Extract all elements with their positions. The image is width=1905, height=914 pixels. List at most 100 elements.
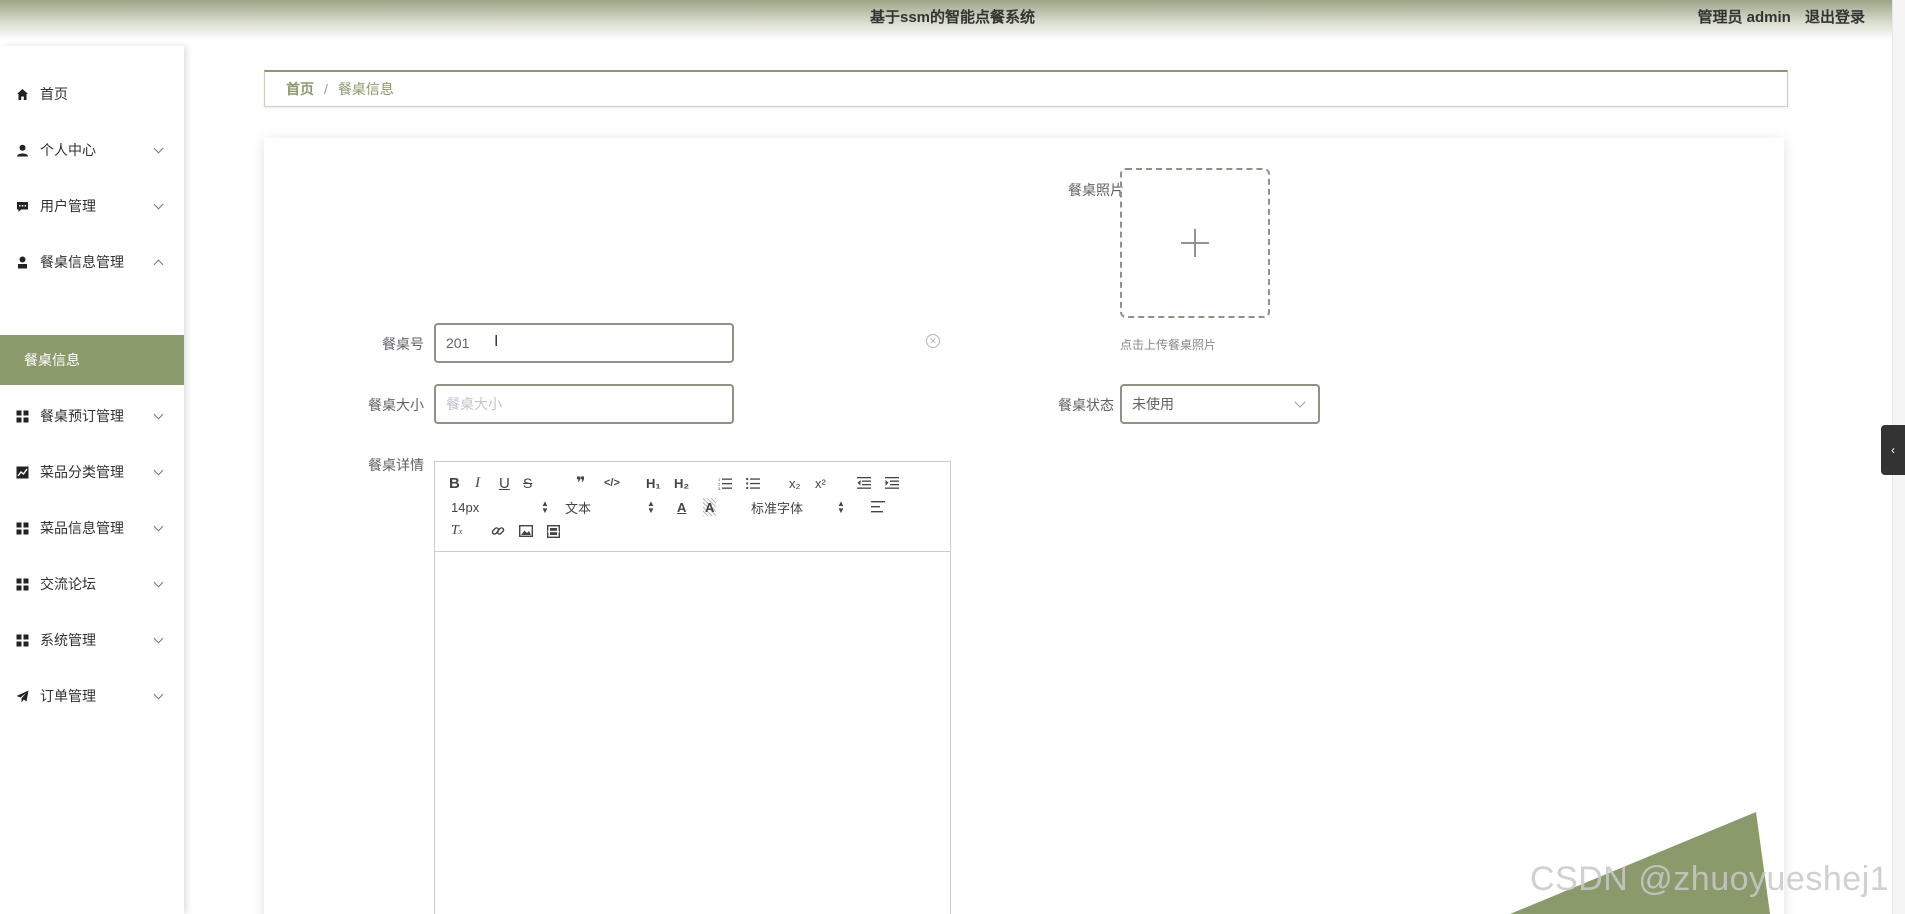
font-family-select[interactable]: 标准字体 ▲ ▼	[751, 498, 851, 516]
sidebar-item-label: 系统管理	[40, 632, 96, 648]
table-detail-label: 餐桌详情	[368, 457, 424, 473]
sidebar-item-table-info-mgmt[interactable]: 餐桌信息管理	[0, 237, 184, 287]
user-area: 管理员 admin 退出登录	[1691, 6, 1865, 27]
breadcrumb-home[interactable]: 首页	[286, 79, 314, 99]
chevron-down-icon	[153, 409, 164, 420]
grid-icon	[15, 409, 29, 423]
plus-icon-h	[1181, 242, 1209, 244]
italic-button[interactable]: I	[475, 474, 480, 492]
font-family-value: 标准字体	[751, 500, 804, 516]
font-size-select[interactable]: 14px ▲ ▼	[451, 498, 549, 516]
background-color-icon[interactable]: A	[703, 498, 717, 516]
table-no-input[interactable]: 201	[434, 323, 734, 363]
editor-content-area[interactable]	[435, 552, 950, 914]
updown-icon: ▲ ▼	[647, 499, 655, 515]
outdent-icon[interactable]	[857, 474, 871, 492]
font-color-icon[interactable]: A	[677, 498, 686, 516]
editor-toolbar: B I U S ❞ </> H₁ H₂ 123 x₂ x² 14px ▲ ▼ 文…	[435, 462, 950, 552]
app-title: 基于ssm的智能点餐系统	[869, 9, 1036, 26]
header2-button[interactable]: H₂	[674, 474, 689, 492]
sidebar-item-label: 交流论坛	[40, 576, 96, 592]
sidebar: 首页 个人中心 用户管理 餐桌信息管理 餐桌信息 餐桌预订管理 菜品分类管理 菜…	[0, 46, 184, 914]
sidebar-item-profile[interactable]: 个人中心	[0, 125, 184, 175]
chevron-down-icon	[1294, 396, 1306, 408]
rich-text-editor: B I U S ❞ </> H₁ H₂ 123 x₂ x² 14px ▲ ▼ 文…	[434, 461, 951, 914]
user-icon	[15, 143, 29, 157]
video-icon[interactable]	[547, 522, 560, 540]
code-block-button[interactable]: </>	[604, 474, 620, 492]
sidebar-item-home[interactable]: 首页	[0, 69, 184, 119]
sidebar-item-forum[interactable]: 交流论坛	[0, 559, 184, 609]
watermark: CSDN @zhuoyueshej1	[1530, 860, 1890, 898]
table-status-label: 餐桌状态	[1058, 397, 1114, 413]
sidebar-item-label: 餐桌预订管理	[40, 408, 124, 424]
person-icon	[15, 255, 29, 269]
text-cursor-icon: I	[494, 333, 499, 350]
logout-link[interactable]: 退出登录	[1805, 9, 1865, 26]
image-icon[interactable]	[519, 522, 533, 540]
indent-icon[interactable]	[885, 474, 899, 492]
sidebar-subitem-table-info[interactable]: 餐桌信息	[0, 335, 184, 385]
table-size-label: 餐桌大小	[368, 397, 424, 413]
photo-label: 餐桌照片	[1068, 182, 1124, 198]
upload-tip: 点击上传餐桌照片	[1120, 338, 1217, 352]
chevron-down-icon	[153, 143, 164, 154]
sidebar-item-label: 个人中心	[40, 142, 96, 158]
sidebar-item-label: 订单管理	[40, 688, 96, 704]
sidebar-item-users[interactable]: 用户管理	[0, 181, 184, 231]
header1-button[interactable]: H₁	[646, 474, 661, 492]
chevron-down-icon	[153, 689, 164, 700]
grid-icon	[15, 577, 29, 591]
link-icon[interactable]	[491, 522, 505, 540]
table-status-value: 未使用	[1132, 396, 1174, 412]
font-size-value: 14px	[451, 499, 480, 515]
form-card: 餐桌照片 点击上传餐桌照片 餐桌号 201 I ✕ 餐桌大小 餐桌大小 餐桌状态…	[264, 138, 1784, 914]
svg-text:3: 3	[718, 486, 721, 490]
sidebar-item-label: 餐桌信息管理	[40, 254, 124, 270]
chevron-down-icon	[153, 465, 164, 476]
subscript-button[interactable]: x₂	[789, 474, 801, 492]
send-icon	[15, 689, 29, 703]
chevron-down-icon	[153, 633, 164, 644]
grid-icon	[15, 521, 29, 535]
breadcrumb-current: 餐桌信息	[337, 81, 394, 97]
paragraph-value: 文本	[565, 500, 592, 516]
breadcrumb: 首页 / 餐桌信息	[264, 70, 1788, 107]
sidebar-item-label: 首页	[40, 86, 68, 102]
photo-uploader[interactable]	[1120, 168, 1270, 318]
chevron-down-icon	[153, 577, 164, 588]
table-size-input[interactable]: 餐桌大小	[434, 384, 734, 424]
superscript-button[interactable]: x²	[815, 474, 826, 492]
table-status-select[interactable]: 未使用	[1120, 384, 1320, 424]
sidebar-item-label: 菜品信息管理	[40, 520, 124, 536]
bold-button[interactable]: B	[449, 474, 460, 492]
sidebar-item-dish-info-mgmt[interactable]: 菜品信息管理	[0, 503, 184, 553]
sidebar-item-dish-category-mgmt[interactable]: 菜品分类管理	[0, 447, 184, 497]
chevron-down-icon	[153, 521, 164, 532]
home-icon	[15, 87, 29, 101]
sidebar-item-order-mgmt[interactable]: 订单管理	[0, 671, 184, 721]
ordered-list-icon[interactable]: 123	[718, 474, 732, 492]
chart-icon	[15, 465, 29, 479]
sidebar-item-system-mgmt[interactable]: 系统管理	[0, 615, 184, 665]
bullet-list-icon[interactable]	[746, 474, 760, 492]
table-no-label: 餐桌号	[382, 336, 424, 352]
underline-button[interactable]: U	[499, 474, 510, 492]
breadcrumb-separator: /	[324, 81, 328, 97]
updown-icon: ▲ ▼	[837, 499, 845, 515]
chevron-up-icon	[153, 259, 164, 270]
blockquote-button[interactable]: ❞	[576, 474, 585, 492]
grid-icon	[15, 633, 29, 647]
paragraph-select[interactable]: 文本 ▲ ▼	[565, 498, 655, 516]
sidebar-item-reservation-mgmt[interactable]: 餐桌预订管理	[0, 391, 184, 441]
user-role: 管理员 admin	[1697, 9, 1791, 26]
clear-format-icon[interactable]: Tx	[451, 522, 462, 540]
strike-button[interactable]: S	[523, 474, 532, 492]
chevron-left-icon[interactable]: ‹	[1881, 425, 1905, 475]
chevron-down-icon	[153, 199, 164, 210]
align-icon[interactable]	[871, 498, 885, 516]
sidebar-item-label: 用户管理	[40, 198, 96, 214]
sidebar-item-label: 菜品分类管理	[40, 464, 124, 480]
clear-icon[interactable]: ✕	[926, 334, 940, 348]
top-header: 基于ssm的智能点餐系统 管理员 admin 退出登录	[0, 0, 1905, 40]
